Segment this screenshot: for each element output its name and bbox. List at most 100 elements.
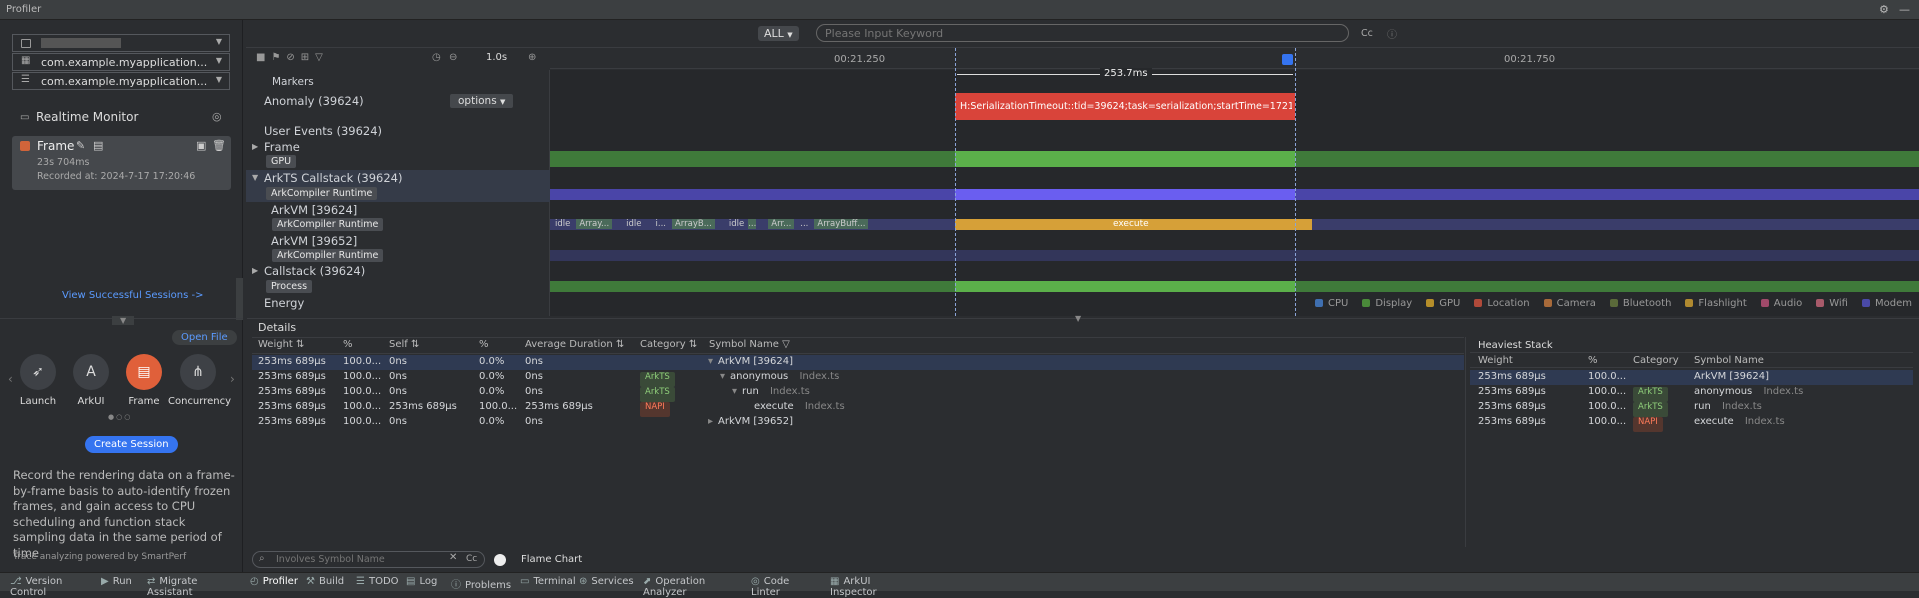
minimize-icon[interactable]: — <box>1899 3 1910 16</box>
tool-frame[interactable]: ▤ <box>126 354 162 390</box>
legend-item[interactable]: Camera <box>1543 298 1596 309</box>
frame-lane-highlight[interactable] <box>955 151 1295 167</box>
h-symbol-name[interactable]: anonymous Index.ts <box>1694 386 1803 401</box>
filter-dropdown[interactable]: ALL ▼ <box>758 26 799 41</box>
symbol-name[interactable]: execute Index.ts <box>754 401 845 416</box>
symbol-text: execute <box>754 401 794 412</box>
col-category[interactable]: Category ⇅ <box>640 339 697 355</box>
tool-launch[interactable]: ➶ <box>20 354 56 390</box>
tool-tab-todo[interactable]: ☰ TODO <box>356 576 399 587</box>
legend-item[interactable]: Location <box>1474 298 1530 309</box>
tree-toggle-icon[interactable]: ▸ <box>708 416 713 431</box>
tool-tab-arkui-inspector[interactable]: ▦ ArkUI Inspector <box>830 576 877 598</box>
create-session-button[interactable]: Create Session <box>85 436 178 453</box>
clear-icon[interactable]: ✕ <box>449 552 457 563</box>
expand-arrow-icon[interactable]: ▶ <box>252 142 258 151</box>
legend-item[interactable]: Display <box>1362 298 1412 309</box>
options-dropdown[interactable]: options ▼ <box>450 94 514 108</box>
tool-tab-code-linter[interactable]: ◎ Code Linter <box>751 576 789 598</box>
tool-tab-migrate-assistant[interactable]: ⇄ Migrate Assistant <box>147 576 197 598</box>
h-symbol-name[interactable]: run Index.ts <box>1694 401 1762 416</box>
tool-tab-problems[interactable]: ⓘ Problems <box>451 576 511 591</box>
expand-arrow-icon[interactable]: ▶ <box>252 266 258 275</box>
flame-chart-toggle[interactable] <box>494 554 506 566</box>
symbol-name[interactable]: anonymous Index.ts <box>730 371 839 386</box>
col-weight[interactable]: Weight ⇅ <box>258 339 304 355</box>
gear-icon[interactable]: ⚙ <box>1879 3 1889 16</box>
col-avg[interactable]: Average Duration ⇅ <box>525 339 624 355</box>
timeline-tools[interactable]: ■⚑⊘⊞▽ <box>256 52 329 63</box>
symbol-text: ArkVM [39624] <box>1694 371 1770 382</box>
bookmark-icon[interactable] <box>1282 54 1293 65</box>
legend-item[interactable]: CPU <box>1315 298 1348 309</box>
symbol-name[interactable]: ArkVM [39652] <box>718 416 801 431</box>
filter-case-toggle[interactable]: Cc <box>466 554 477 564</box>
callstack-lane-highlight[interactable] <box>955 281 1295 292</box>
arkvm2-lane[interactable] <box>550 250 1919 261</box>
selection-start-line[interactable] <box>955 48 956 316</box>
device-select[interactable]: ▼ <box>12 34 230 52</box>
legend-item[interactable]: Bluetooth <box>1609 298 1671 309</box>
carousel-prev-icon[interactable]: ‹ <box>8 372 13 386</box>
app-select-1[interactable]: ▦ com.example.myapplication... ▼ <box>12 53 230 71</box>
info-icon[interactable]: ⓘ <box>1387 26 1397 41</box>
view-sessions-link[interactable]: View Successful Sessions -> <box>62 290 204 301</box>
collapse-arrow-icon[interactable]: ▼ <box>252 173 258 182</box>
report-icon[interactable]: ▤ <box>93 139 103 152</box>
h-col-symbol[interactable]: Symbol Name <box>1694 355 1764 371</box>
tool-tab-build[interactable]: ⚒ Build <box>306 576 344 587</box>
legend-item[interactable]: Audio <box>1760 298 1802 309</box>
carousel-next-icon[interactable]: › <box>230 372 235 386</box>
tool-tab-run[interactable]: ▶ Run <box>101 576 132 587</box>
zoom-in-icon[interactable]: ⊕ <box>528 52 536 63</box>
legend-item[interactable]: Wifi <box>1816 298 1848 309</box>
h-symbol-name[interactable]: execute Index.ts <box>1694 416 1785 431</box>
splitter[interactable] <box>1465 337 1466 547</box>
symbol-filter-input[interactable] <box>276 553 446 566</box>
h-col-category[interactable]: Category <box>1633 355 1679 371</box>
legend-item[interactable]: Flashlight <box>1685 298 1747 309</box>
edit-icon[interactable]: ✎ <box>76 139 85 152</box>
time-ruler[interactable] <box>550 49 1919 69</box>
tool-concurrency[interactable]: ⋔ <box>180 354 216 390</box>
collapse-handle[interactable] <box>236 278 243 320</box>
h-symbol-name[interactable]: ArkVM [39624] <box>1694 371 1777 386</box>
tool-tab-profiler[interactable]: ◴ Profiler <box>250 576 298 587</box>
target-icon[interactable]: ◎ <box>212 110 222 123</box>
tree-toggle-icon[interactable]: ▾ <box>720 371 725 386</box>
col-self-pct[interactable]: % <box>479 339 489 355</box>
open-file-button[interactable]: Open File <box>172 330 237 345</box>
tool-arkui[interactable]: A <box>73 354 109 390</box>
tool-tab-version-control[interactable]: ⎇ Version Control <box>10 576 62 598</box>
collapse-details-icon[interactable]: ▼ <box>1075 314 1081 323</box>
h-col-weight[interactable]: Weight <box>1478 355 1513 371</box>
col-symbol[interactable]: Symbol Name ▽ <box>709 339 790 355</box>
arkvm1-slices[interactable]: idle Array... idle i... ArrayB... idle... Arr.… <box>555 219 950 230</box>
legend-item[interactable]: Modem <box>1861 298 1912 309</box>
arkts-lane-highlight[interactable] <box>955 189 1295 200</box>
session-name: Frame <box>37 139 75 153</box>
zoom-out-icon[interactable]: ⊖ <box>449 52 457 63</box>
history-icon[interactable]: ◷ <box>432 52 441 63</box>
h-col-pct[interactable]: % <box>1588 355 1598 371</box>
col-self[interactable]: Self ⇅ <box>389 339 419 355</box>
save-icon[interactable]: ▣ <box>196 139 206 152</box>
tool-tab-operation-analyzer[interactable]: ⬈ Operation Analyzer <box>643 576 705 598</box>
arkts-runtime-tag: ArkCompiler Runtime <box>266 187 378 200</box>
expand-chevron-icon[interactable]: ▼ <box>112 316 135 325</box>
tree-toggle-icon[interactable]: ▾ <box>708 356 713 371</box>
selection-end-line[interactable] <box>1295 48 1296 316</box>
case-sensitive-toggle[interactable]: Cc <box>1361 28 1373 39</box>
tree-toggle-icon[interactable]: ▾ <box>732 386 737 401</box>
app-select-2[interactable]: ☰ com.example.myapplication... ▼ <box>12 72 230 90</box>
keyword-search-input[interactable] <box>816 24 1349 42</box>
col-pct[interactable]: % <box>343 339 353 355</box>
gpu-tag: GPU <box>266 155 297 168</box>
tool-tab-terminal[interactable]: ▭ Terminal <box>520 576 576 587</box>
delete-icon[interactable]: 🗑 <box>212 139 226 152</box>
symbol-name[interactable]: run Index.ts <box>742 386 810 401</box>
tool-tab-services[interactable]: ⊛ Services <box>579 576 634 587</box>
tool-tab-log[interactable]: ▤ Log <box>406 576 437 587</box>
legend-item[interactable]: GPU <box>1426 298 1460 309</box>
symbol-name[interactable]: ArkVM [39624] <box>718 356 801 371</box>
